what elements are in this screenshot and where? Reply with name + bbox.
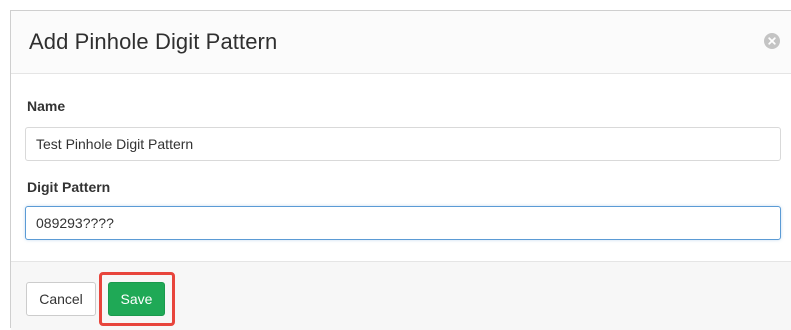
name-input[interactable] [25,127,781,161]
dialog-body: Name Digit Pattern [11,74,791,261]
digit-pattern-label: Digit Pattern [27,179,111,195]
dialog-title: Add Pinhole Digit Pattern [29,29,278,54]
add-pattern-dialog: Add Pinhole Digit Pattern Name Digit Pat… [10,10,791,330]
close-icon [768,37,776,45]
cancel-button[interactable]: Cancel [26,282,96,316]
close-button[interactable] [764,33,780,49]
dialog-footer: Cancel Save [11,261,791,330]
name-label: Name [27,98,66,114]
dialog-header: Add Pinhole Digit Pattern [11,11,791,74]
digit-pattern-input[interactable] [25,206,781,240]
save-button[interactable]: Save [108,282,165,316]
